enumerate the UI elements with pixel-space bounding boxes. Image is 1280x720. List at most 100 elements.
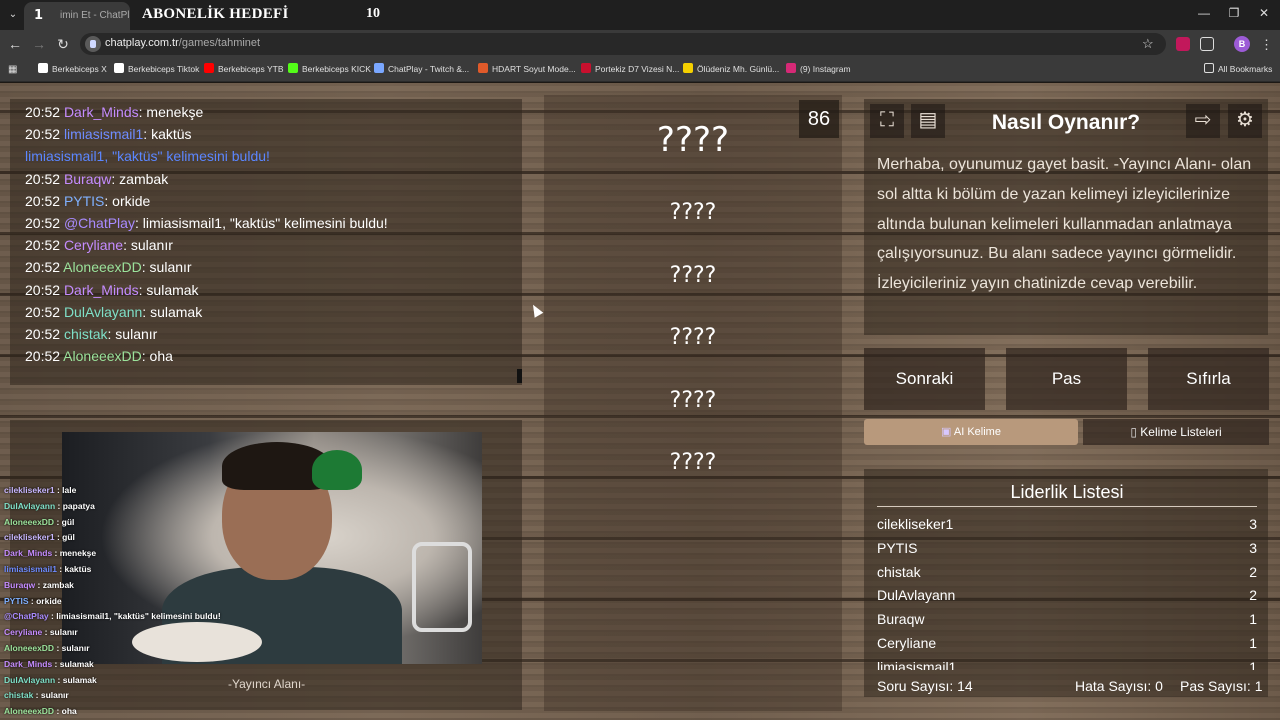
- all-bookmarks-link[interactable]: All Bookmarks: [1204, 63, 1272, 74]
- chat-message: 20:52 PYTIS: orkide: [25, 193, 150, 209]
- bookmark-label: Berkebiceps Tiktok: [128, 64, 200, 74]
- chat-username[interactable]: Dark_Minds: [64, 282, 139, 298]
- fullscreen-icon[interactable]: ⛶: [870, 104, 904, 138]
- overlay-chat-message: AloneeexDD : sulanır: [4, 643, 90, 653]
- hidden-word: ????: [669, 450, 717, 475]
- reset-button[interactable]: Sıfırla: [1148, 348, 1269, 410]
- site-info-icon[interactable]: [85, 36, 101, 52]
- chat-text: : sulanır: [107, 326, 158, 342]
- webcam-feed: [62, 432, 482, 664]
- notes-icon[interactable]: ▤: [911, 104, 945, 138]
- next-button[interactable]: Sonraki: [864, 348, 985, 410]
- address-bar[interactable]: chatplay.com.tr/games/tahminet ☆: [80, 33, 1166, 55]
- leaderboard-score: 2: [1249, 563, 1257, 580]
- logout-icon[interactable]: ⇨: [1186, 104, 1220, 138]
- overlay-chat-text: : lale: [54, 485, 77, 495]
- instagram-icon: [786, 63, 796, 73]
- leaderboard-row: chistak 2: [877, 564, 1257, 584]
- extensions-puzzle-icon[interactable]: [1200, 37, 1214, 51]
- bookmark-item[interactable]: Berkebiceps X: [38, 63, 107, 74]
- chat-username[interactable]: Dark_Minds: [64, 104, 139, 120]
- overlay-chat-text: : sulanır: [54, 643, 90, 653]
- overlay-chat-message: PYTIS : orkide: [4, 596, 62, 606]
- bookmark-item[interactable]: Portekiz D7 Vizesi N...: [581, 63, 679, 74]
- active-tab[interactable]: 1 imin Et - ChatPlay: [24, 2, 130, 30]
- chat-scrollbar[interactable]: [517, 369, 522, 383]
- chat-time: 20:52: [25, 215, 61, 231]
- chat-time: 20:52: [25, 348, 61, 365]
- overlay-chat-username: Ceryliane: [4, 627, 43, 638]
- how-to-play-title: Nasıl Oynanır?: [991, 111, 1141, 134]
- overlay-chat-username: PYTIS: [4, 595, 29, 606]
- hidden-word: ????: [669, 262, 717, 288]
- bookmark-item[interactable]: (9) Instagram: [786, 63, 851, 74]
- overlay-chat-text: : sulanır: [33, 690, 69, 701]
- overlay-chat-text: : orkide: [28, 595, 62, 606]
- pass-button[interactable]: Pas: [1006, 348, 1127, 410]
- chat-username[interactable]: PYTIS: [64, 193, 104, 209]
- chat-time: 20:52: [25, 170, 61, 187]
- chat-message: 20:52 @ChatPlay: limiasismail1, "kaktüs"…: [25, 215, 388, 231]
- bookmark-item[interactable]: Berkebiceps Tiktok: [114, 63, 199, 74]
- youtube-icon: [204, 63, 214, 73]
- reload-icon[interactable]: ↻: [54, 35, 72, 53]
- chat-username[interactable]: chistak: [64, 326, 108, 342]
- chat-message: 20:52 AloneeexDD: oha: [25, 348, 173, 364]
- chat-username[interactable]: AloneeexDD: [63, 348, 142, 364]
- chat-time: 20:52: [25, 281, 61, 298]
- chat-username[interactable]: Ceryliane: [64, 237, 123, 253]
- error-count: Hata Sayısı: 0: [1075, 678, 1163, 694]
- bookmark-item[interactable]: Ölüdeniz Mh. Günlü...: [683, 63, 779, 74]
- webcam-plate: [132, 622, 262, 662]
- overlay-chat-text: : sulamak: [52, 658, 94, 669]
- back-icon[interactable]: ←: [6, 35, 24, 53]
- leaderboard-name: Ceryliane: [877, 635, 937, 651]
- overlay-chat-message: DulAvlayann : sulamak: [4, 675, 97, 685]
- bookmark-item[interactable]: ChatPlay - Twitch &...: [374, 63, 469, 74]
- chat-username[interactable]: limiasismail1: [64, 126, 143, 142]
- leaderboard-divider: [877, 506, 1257, 507]
- chat-text: : orkide: [104, 192, 151, 209]
- minimize-icon[interactable]: —: [1194, 6, 1214, 20]
- chat-message: 20:52 DulAvlayann: sulamak: [25, 304, 202, 320]
- chat-username[interactable]: @ChatPlay: [64, 215, 135, 231]
- leaderboard-name: chistak: [877, 563, 921, 580]
- ai-word-tab[interactable]: ▣ AI Kelime: [864, 419, 1078, 445]
- bookmark-label: Berkebiceps KICK: [302, 64, 371, 74]
- leaderboard-name: Buraqw: [877, 611, 925, 628]
- overlay-chat-message: Dark_Minds : sulamak: [4, 659, 94, 669]
- word-lists-tab[interactable]: ▯ Kelime Listeleri: [1083, 419, 1269, 445]
- settings-gear-icon[interactable]: ⚙: [1228, 104, 1262, 138]
- browser-menu-icon[interactable]: ⋮: [1260, 37, 1273, 53]
- bookmark-item[interactable]: Berkebiceps YTB: [204, 63, 284, 74]
- bookmark-star-icon[interactable]: ☆: [1142, 36, 1154, 52]
- profile-avatar[interactable]: B: [1234, 36, 1250, 52]
- overlay-chat-username: limiasismail1: [4, 564, 57, 574]
- close-window-icon[interactable]: ✕: [1254, 6, 1274, 20]
- extension-icon[interactable]: [1176, 37, 1190, 51]
- chat-username[interactable]: DulAvlayann: [64, 304, 142, 320]
- chat-message: 20:52 Buraqw: zambak: [25, 171, 168, 187]
- tab-search-icon[interactable]: ⌄: [4, 6, 22, 24]
- forward-icon[interactable]: →: [30, 35, 48, 53]
- bookmark-label: ChatPlay - Twitch &...: [388, 64, 470, 74]
- overlay-chat-username: AloneeexDD: [4, 643, 55, 653]
- chatplay-icon: [374, 63, 384, 73]
- leaderboard-list[interactable]: cilekliseker1 3 PYTIS 3 chistak 2 DulAvlayann 2…: [877, 514, 1257, 670]
- overlay-chat-username: Dark_Minds: [4, 548, 53, 559]
- overlay-chat-username: Buraqw: [4, 579, 36, 590]
- chat-time: 20:52: [25, 326, 61, 342]
- apps-grid-icon[interactable]: ▦: [8, 64, 17, 75]
- streamer-area-label: -Yayıncı Alanı-: [228, 677, 306, 691]
- chat-username[interactable]: limiasismail1, "kaktüs" kelimesini buldu…: [25, 148, 270, 164]
- bookmark-item[interactable]: HDART Soyut Mode...: [478, 63, 576, 74]
- restore-icon[interactable]: ❐: [1224, 6, 1244, 20]
- chat-username[interactable]: Buraqw: [64, 171, 111, 187]
- chat-time: 20:52: [25, 259, 61, 276]
- kick-icon: [288, 63, 298, 73]
- chat-username[interactable]: AloneeexDD: [63, 259, 142, 275]
- overlay-chat-text: : sulamak: [55, 674, 97, 685]
- bookmark-item[interactable]: Berkebiceps KICK: [288, 63, 371, 74]
- chat-text: : zambak: [111, 170, 169, 187]
- overlay-chat-text: : menekşe: [52, 548, 97, 559]
